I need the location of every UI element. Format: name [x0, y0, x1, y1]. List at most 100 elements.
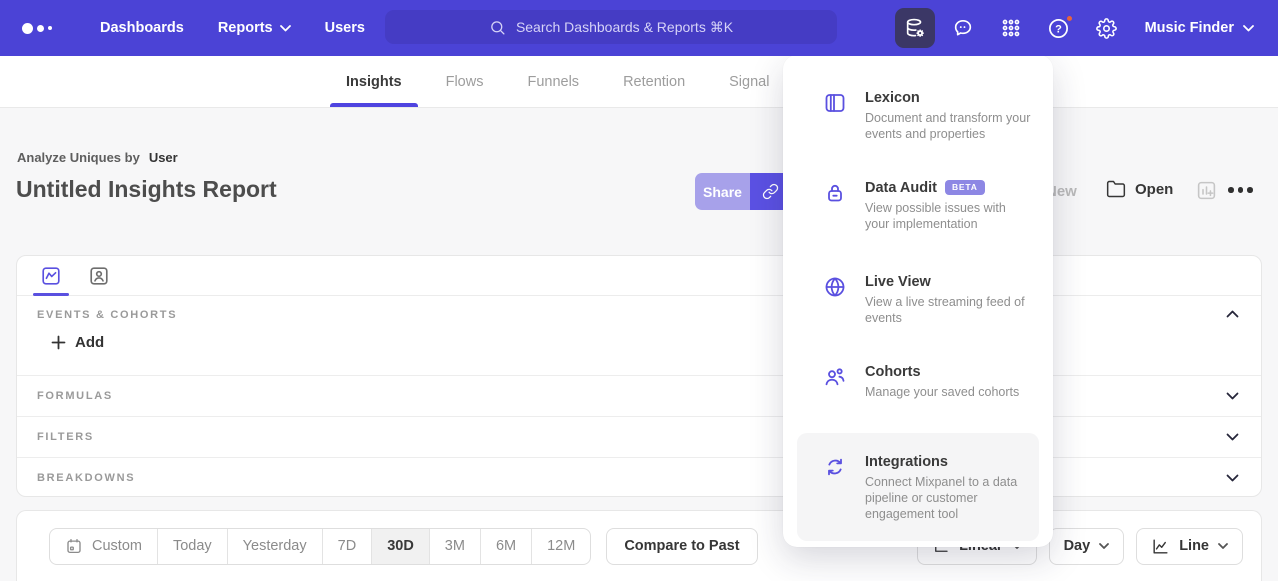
- cohorts-icon: [823, 365, 847, 389]
- breakdowns-section[interactable]: BREAKDOWNS: [17, 457, 1261, 498]
- nav-users[interactable]: Users: [325, 20, 365, 36]
- nav-right-cluster: ? Music Finder: [895, 0, 1262, 56]
- add-to-dashboard-button[interactable]: [1196, 180, 1217, 201]
- project-name: Music Finder: [1145, 20, 1234, 36]
- interval-label: Day: [1064, 538, 1091, 554]
- chart-type-label: Line: [1179, 538, 1209, 554]
- apps-grid-icon: [1000, 17, 1022, 39]
- chevron-up-icon[interactable]: [1226, 310, 1239, 318]
- add-event-button[interactable]: Add: [51, 334, 104, 351]
- chart-add-icon: [1196, 180, 1217, 201]
- menu-item-title: Integrations: [865, 454, 948, 470]
- tab-flows-label: Flows: [446, 74, 484, 90]
- range-3m-label: 3M: [445, 538, 465, 554]
- tab-events-view[interactable]: [33, 256, 69, 295]
- tab-retention-label: Retention: [623, 74, 685, 90]
- context-value[interactable]: User: [149, 150, 178, 165]
- chevron-down-icon: [1243, 25, 1254, 32]
- calendar-icon: [65, 537, 83, 555]
- tab-profiles-view[interactable]: [81, 256, 117, 295]
- apps-grid-button[interactable]: [991, 8, 1031, 48]
- menu-item-integrations[interactable]: Integrations Connect Mixpanel to a data …: [797, 433, 1039, 541]
- range-yesterday-label: Yesterday: [243, 538, 307, 554]
- tab-insights[interactable]: Insights: [324, 56, 424, 107]
- menu-item-title: Lexicon: [865, 90, 920, 106]
- menu-item-description: View possible issues with your implement…: [865, 200, 1031, 233]
- open-label: Open: [1135, 181, 1173, 198]
- range-6m-label: 6M: [496, 538, 516, 554]
- chevron-down-icon: [280, 25, 291, 32]
- range-7d[interactable]: 7D: [322, 529, 372, 564]
- tab-funnels[interactable]: Funnels: [505, 56, 601, 107]
- open-report-button[interactable]: Open: [1106, 179, 1173, 199]
- nav-dashboards[interactable]: Dashboards: [100, 20, 184, 36]
- menu-item-lexicon[interactable]: Lexicon Document and transform your even…: [783, 90, 1053, 143]
- project-selector[interactable]: Music Finder: [1145, 20, 1254, 36]
- interval-select[interactable]: Day: [1049, 528, 1125, 565]
- range-12m[interactable]: 12M: [531, 529, 590, 564]
- chevron-down-icon: [1099, 543, 1109, 549]
- search-placeholder: Search Dashboards & Reports ⌘K: [516, 19, 733, 36]
- search-input[interactable]: Search Dashboards & Reports ⌘K: [385, 10, 837, 44]
- menu-item-title: Live View: [865, 274, 931, 290]
- beta-badge: BETA: [945, 180, 985, 195]
- chevron-down-icon: [1226, 392, 1239, 400]
- lexicon-icon: [823, 91, 847, 115]
- page-title[interactable]: Untitled Insights Report: [16, 176, 277, 203]
- formulas-section[interactable]: FORMULAS: [17, 375, 1261, 416]
- menu-item-description: Document and transform your events and p…: [865, 110, 1031, 143]
- search-icon: [489, 19, 506, 36]
- nav-reports[interactable]: Reports: [218, 20, 291, 36]
- nav-users-label: Users: [325, 20, 365, 36]
- query-builder-card: EVENTS & COHORTS Add FORMULAS FILTERS BR…: [16, 255, 1262, 497]
- menu-item-data-audit[interactable]: Data Audit BETA View possible issues wit…: [783, 180, 1053, 233]
- filters-section[interactable]: FILTERS: [17, 416, 1261, 457]
- notification-dot: [1065, 14, 1074, 23]
- settings-button[interactable]: [1087, 8, 1127, 48]
- more-options-button[interactable]: [1228, 187, 1253, 193]
- tab-flows[interactable]: Flows: [424, 56, 506, 107]
- range-custom-label: Custom: [92, 538, 142, 554]
- share-button[interactable]: Share: [695, 173, 750, 210]
- analysis-context: Analyze Uniques byUser: [17, 150, 178, 165]
- tab-retention[interactable]: Retention: [601, 56, 707, 107]
- range-today[interactable]: Today: [157, 529, 227, 564]
- range-3m[interactable]: 3M: [429, 529, 480, 564]
- range-30d[interactable]: 30D: [371, 529, 429, 564]
- feedback-button[interactable]: [943, 8, 983, 48]
- chart-type-select[interactable]: Line: [1136, 528, 1243, 565]
- nav-dashboards-label: Dashboards: [100, 20, 184, 36]
- data-management-menu: Lexicon Document and transform your even…: [783, 55, 1053, 547]
- feedback-bubble-icon: [952, 17, 974, 39]
- help-button[interactable]: ?: [1039, 8, 1079, 48]
- link-icon: [762, 183, 779, 200]
- nav-reports-label: Reports: [218, 20, 273, 36]
- menu-item-cohorts[interactable]: Cohorts Manage your saved cohorts: [783, 364, 1053, 400]
- chevron-down-icon: [1218, 543, 1228, 549]
- range-7d-label: 7D: [338, 538, 357, 554]
- range-yesterday[interactable]: Yesterday: [227, 529, 322, 564]
- svg-text:?: ?: [1055, 23, 1062, 35]
- mixpanel-logo-icon[interactable]: [22, 23, 66, 34]
- data-management-button[interactable]: [895, 8, 935, 48]
- tab-funnels-label: Funnels: [527, 74, 579, 90]
- plus-icon: [51, 335, 66, 350]
- menu-item-title: Cohorts: [865, 364, 921, 380]
- compare-to-past-button[interactable]: Compare to Past: [606, 528, 757, 565]
- top-nav: Dashboards Reports Users Search Dashboar…: [0, 0, 1278, 56]
- live-view-globe-icon: [823, 275, 847, 299]
- person-tab-icon: [88, 265, 110, 287]
- range-6m[interactable]: 6M: [480, 529, 531, 564]
- breakdowns-header: BREAKDOWNS: [37, 472, 135, 484]
- menu-item-title: Data Audit: [865, 180, 937, 196]
- menu-item-description: Manage your saved cohorts: [865, 384, 1019, 400]
- tab-signal[interactable]: Signal: [707, 56, 791, 107]
- chevron-down-icon: [1226, 474, 1239, 482]
- date-range-group: Custom Today Yesterday 7D 30D 3M 6M 12M: [49, 528, 591, 565]
- menu-item-live-view[interactable]: Live View View a live streaming feed of …: [783, 274, 1053, 327]
- report-tabbar: Insights Flows Funnels Retention Signal …: [0, 56, 1278, 108]
- range-30d-label: 30D: [387, 538, 414, 554]
- range-today-label: Today: [173, 538, 212, 554]
- events-cohorts-section: EVENTS & COHORTS Add: [17, 296, 1261, 375]
- range-custom[interactable]: Custom: [50, 529, 157, 564]
